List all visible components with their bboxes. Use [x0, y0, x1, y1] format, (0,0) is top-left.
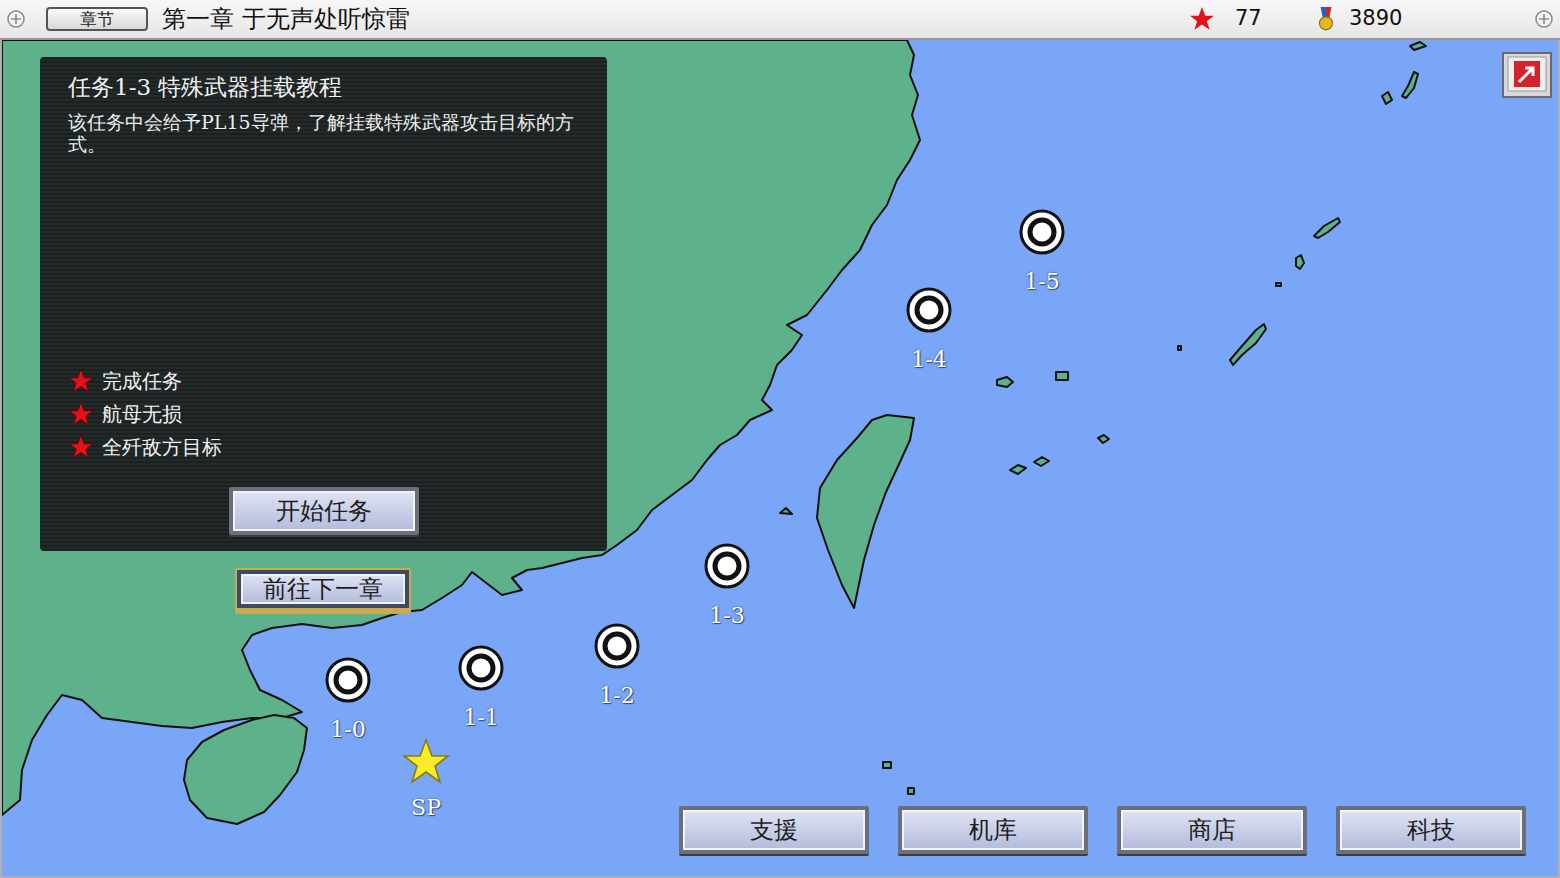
mission-node[interactable]: 1-1	[441, 644, 521, 730]
node-label: 1-1	[463, 706, 498, 730]
chapter-button[interactable]: 章节	[46, 7, 148, 31]
chapter-title: 第一章 于无声处听惊雷	[162, 1, 410, 37]
mission-node[interactable]: 1-4	[889, 286, 969, 372]
target-ring-icon	[324, 656, 372, 704]
menu-button[interactable]: 机库	[898, 806, 1088, 854]
star-count: 77	[1235, 3, 1313, 35]
red-star-icon	[1189, 6, 1215, 32]
objective-item: 全歼敌方目标	[68, 433, 579, 461]
menu-button[interactable]: 商店	[1117, 806, 1307, 854]
medal-icon	[1313, 6, 1339, 32]
start-wrap: 开始任务	[68, 487, 579, 535]
top-bar: 章节第一章 于无声处听惊雷 77 3890	[0, 0, 1560, 40]
mission-description: 该任务中会给予PL15导弹，了解挂载特殊武器攻击目标的方式。	[68, 111, 579, 155]
mission-node[interactable]: 1-5	[1002, 208, 1082, 294]
objective-list: 完成任务航母无损全歼敌方目标	[68, 367, 579, 461]
start-mission-button[interactable]: 开始任务	[229, 487, 419, 535]
target-ring-icon	[593, 622, 641, 670]
expand-plus-icon	[1534, 9, 1554, 29]
sea-map: 任务1-3 特殊武器挂载教程该任务中会给予PL15导弹，了解挂载特殊武器攻击目标…	[0, 40, 1560, 878]
node-label: SP	[411, 796, 441, 820]
next-chapter-label: 前往下一章	[237, 570, 409, 608]
mission-node[interactable]: 1-2	[577, 622, 657, 708]
node-label: 1-3	[709, 604, 744, 628]
next-chapter-button[interactable]: 前往下一章	[235, 568, 411, 614]
target-ring-icon	[457, 644, 505, 692]
menu-button[interactable]: 支援	[679, 806, 869, 854]
target-ring-icon	[1018, 208, 1066, 256]
exit-button[interactable]	[1502, 52, 1552, 98]
special-mission-node[interactable]: SP	[386, 738, 466, 820]
bottom-menu: 支援机库商店科技	[679, 806, 1526, 854]
target-ring-icon	[905, 286, 953, 334]
objective-label: 全歼敌方目标	[102, 433, 222, 461]
medal-count: 3890	[1349, 3, 1534, 35]
objective-item: 完成任务	[68, 367, 579, 395]
mission-node[interactable]: 1-0	[308, 656, 388, 742]
objective-star-icon	[68, 401, 94, 427]
node-label: 1-5	[1024, 270, 1059, 294]
expand-plus-icon	[6, 9, 26, 29]
objective-star-icon	[68, 368, 94, 394]
menu-button[interactable]: 科技	[1336, 806, 1526, 854]
mission-title: 任务1-3 特殊武器挂载教程	[68, 71, 579, 103]
exit-arrow-icon	[1502, 52, 1552, 98]
mission-node[interactable]: 1-3	[687, 542, 767, 628]
node-label: 1-4	[911, 348, 946, 372]
objective-star-icon	[68, 434, 94, 460]
node-label: 1-0	[330, 718, 365, 742]
objective-label: 完成任务	[102, 367, 182, 395]
game-screen: 章节第一章 于无声处听惊雷 77 3890 任务1-3 特殊武器挂载教程该任务中会给予…	[0, 0, 1560, 878]
resources: 77 3890	[1189, 3, 1534, 35]
mission-panel: 任务1-3 特殊武器挂载教程该任务中会给予PL15导弹，了解挂载特殊武器攻击目标…	[40, 57, 607, 551]
yellow-star-icon	[402, 738, 450, 786]
node-label: 1-2	[599, 684, 634, 708]
target-ring-icon	[703, 542, 751, 590]
objective-label: 航母无损	[102, 400, 182, 428]
objective-item: 航母无损	[68, 400, 579, 428]
